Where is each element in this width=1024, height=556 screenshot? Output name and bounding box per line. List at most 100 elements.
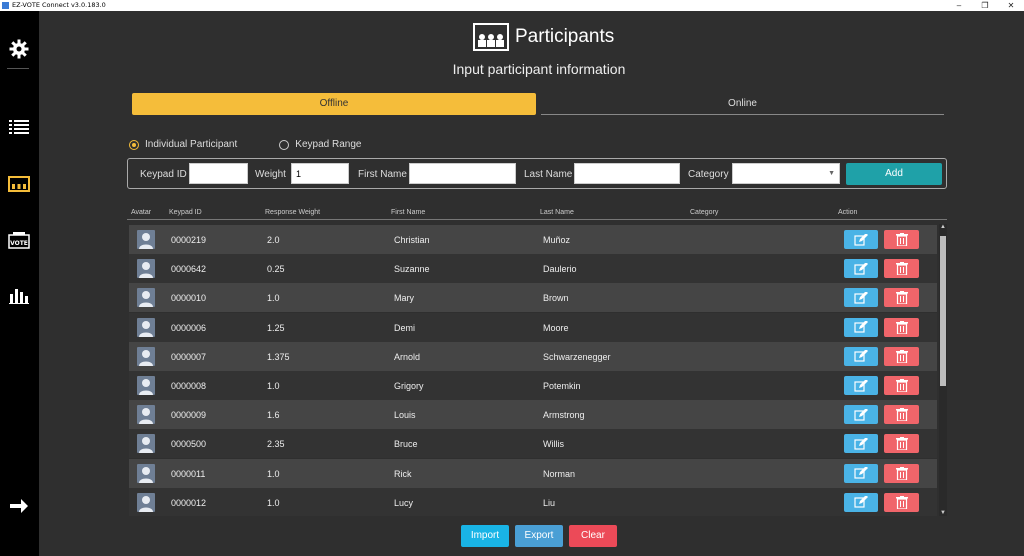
- participants-icon[interactable]: [8, 173, 30, 195]
- delete-button[interactable]: [884, 492, 919, 512]
- table-row: 0000006 1.25 Demi Moore: [129, 312, 937, 342]
- table-row: 0000500 2.35 Bruce Willis: [129, 429, 937, 459]
- col-avatar: Avatar: [131, 209, 152, 216]
- minimize-button[interactable]: –: [946, 0, 972, 11]
- edit-button[interactable]: [844, 230, 878, 249]
- radio-keypad-range[interactable]: Keypad Range: [279, 139, 361, 150]
- edit-button[interactable]: [844, 346, 878, 366]
- col-keypad-id: Keypad ID: [169, 209, 202, 216]
- trash-icon: [895, 291, 908, 305]
- radio-individual-participant[interactable]: Individual Participant: [129, 139, 237, 150]
- edit-button[interactable]: [844, 492, 878, 512]
- edit-icon: [854, 321, 868, 333]
- cell-first-name: Mary: [394, 293, 414, 304]
- cell-last-name: Brown: [543, 293, 569, 304]
- keypad-id-label: Keypad ID: [140, 169, 187, 180]
- cell-keypad-id: 0000009: [171, 410, 207, 421]
- edit-button[interactable]: [844, 376, 878, 395]
- edit-button[interactable]: [844, 317, 878, 337]
- tab-offline[interactable]: Offline: [132, 93, 536, 115]
- weight-input[interactable]: [291, 163, 349, 184]
- edit-icon: [854, 408, 868, 421]
- window-title: EZ-VOTE Connect v3.0.183.0: [12, 1, 106, 9]
- col-action: Action: [838, 209, 858, 216]
- trash-icon: [895, 233, 908, 246]
- vote-icon[interactable]: VOTE: [8, 229, 30, 251]
- table-row: 0000642 0.25 Suzanne Daulerio: [129, 254, 937, 284]
- edit-icon: [854, 291, 868, 304]
- cell-keypad-id: 0000011: [171, 468, 206, 479]
- scroll-thumb[interactable]: [940, 236, 946, 386]
- edit-icon: [854, 437, 868, 450]
- page-title: Participants: [515, 26, 615, 47]
- cell-response-weight: 1.0: [267, 468, 280, 479]
- arrow-right-icon[interactable]: [8, 495, 30, 517]
- edit-button[interactable]: [844, 288, 878, 308]
- table-row: 0000007 1.375 Arnold Schwarzenegger: [129, 341, 937, 371]
- table-row: 0000008 1.0 Grigory Potemkin: [129, 371, 937, 400]
- cell-first-name: Suzanne: [394, 264, 430, 275]
- cell-response-weight: 1.25: [267, 322, 285, 333]
- delete-button[interactable]: [884, 259, 919, 279]
- avatar: [137, 230, 155, 249]
- delete-button[interactable]: [884, 317, 919, 337]
- table-scrollbar[interactable]: ▲ ▼: [939, 224, 947, 516]
- first-name-input[interactable]: [409, 163, 516, 184]
- edit-button[interactable]: [844, 434, 878, 454]
- cell-keypad-id: 0000219: [171, 235, 207, 245]
- trash-icon: [895, 262, 908, 276]
- svg-text:VOTE: VOTE: [10, 240, 28, 247]
- last-name-input[interactable]: [574, 163, 680, 184]
- avatar: [137, 434, 155, 454]
- cell-last-name: Liu: [543, 497, 556, 508]
- trash-icon: [895, 379, 908, 392]
- avatar: [137, 346, 155, 366]
- add-button[interactable]: Add: [846, 163, 942, 185]
- delete-button[interactable]: [884, 230, 919, 249]
- keypad-id-input[interactable]: [189, 163, 248, 184]
- cell-last-name: Armstrong: [543, 410, 585, 421]
- cell-last-name: Daulerio: [543, 264, 577, 275]
- delete-button[interactable]: [884, 346, 919, 366]
- delete-button[interactable]: [884, 288, 919, 308]
- avatar: [137, 376, 155, 395]
- edit-icon: [854, 350, 868, 362]
- mode-tabs: Offline Online: [132, 93, 944, 115]
- scroll-up-icon[interactable]: ▲: [939, 224, 947, 230]
- clear-button[interactable]: Clear: [569, 525, 617, 547]
- window-titlebar: EZ-VOTE Connect v3.0.183.0 – ❐ ✕: [0, 0, 1024, 11]
- delete-button[interactable]: [884, 405, 919, 425]
- table-row: 0000009 1.6 Louis Armstrong: [129, 400, 937, 430]
- bar-chart-icon[interactable]: [8, 284, 30, 306]
- trash-icon: [895, 495, 908, 509]
- category-select[interactable]: ▼: [732, 163, 840, 184]
- tab-online[interactable]: Online: [541, 93, 944, 115]
- cell-last-name: Muñoz: [543, 235, 571, 245]
- cell-response-weight: 1.375: [267, 351, 290, 362]
- scroll-down-icon[interactable]: ▼: [939, 510, 947, 516]
- delete-button[interactable]: [884, 376, 919, 395]
- edit-icon: [854, 467, 868, 479]
- radio-label: Keypad Range: [295, 139, 362, 150]
- delete-button[interactable]: [884, 463, 919, 483]
- list-icon[interactable]: [8, 116, 30, 138]
- edit-icon: [854, 496, 868, 508]
- export-button[interactable]: Export: [515, 525, 563, 547]
- cell-response-weight: 1.6: [267, 410, 280, 421]
- cell-first-name: Grigory: [394, 381, 424, 391]
- gear-icon[interactable]: [8, 38, 30, 60]
- restore-button[interactable]: ❐: [972, 0, 998, 11]
- close-button[interactable]: ✕: [998, 0, 1024, 11]
- bottom-actions: Import Export Clear: [461, 525, 623, 547]
- import-button[interactable]: Import: [461, 525, 509, 547]
- cell-response-weight: 1.0: [267, 381, 280, 391]
- category-label: Category: [688, 169, 729, 180]
- edit-button[interactable]: [844, 405, 878, 425]
- cell-first-name: Rick: [394, 468, 412, 479]
- edit-button[interactable]: [844, 463, 878, 483]
- cell-keypad-id: 0000006: [171, 322, 207, 333]
- trash-icon: [895, 466, 908, 480]
- delete-button[interactable]: [884, 434, 919, 454]
- edit-button[interactable]: [844, 259, 878, 279]
- cell-response-weight: 1.0: [267, 497, 280, 508]
